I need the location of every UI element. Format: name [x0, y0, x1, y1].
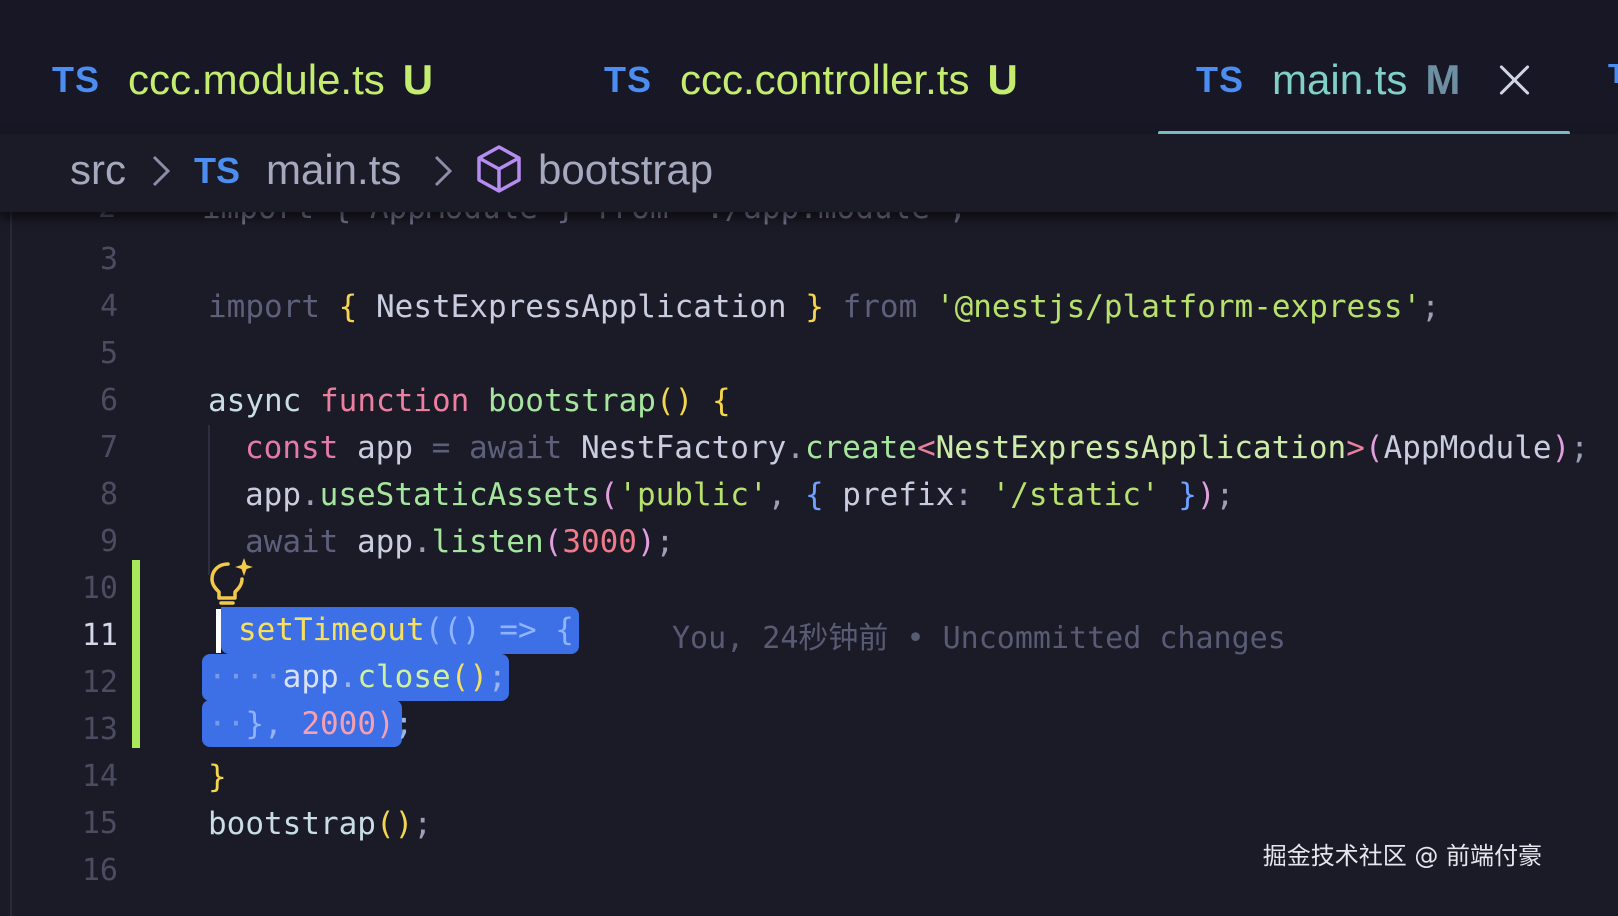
code-text: ····app.close();: [208, 659, 507, 695]
line-number: 6: [99, 383, 118, 418]
typescript-icon[interactable]: T: [1608, 58, 1618, 90]
typescript-icon: TS: [604, 59, 653, 100]
code-line: 8 app.useStaticAssets('public', { prefix…: [0, 469, 1618, 517]
breadcrumb: src TS main.ts bootstrap: [0, 134, 1618, 212]
line-number: 13: [81, 712, 118, 747]
method-symbol-icon: [474, 144, 524, 194]
line-number: 4: [99, 289, 118, 324]
lightbulb-sparkle-icon[interactable]: [208, 556, 256, 608]
code-text: bootstrap();: [208, 806, 432, 842]
indent-guide: [208, 425, 210, 575]
line-number: 14: [81, 759, 118, 794]
breadcrumb-symbol[interactable]: bootstrap: [538, 146, 713, 194]
tab-ccc-module[interactable]: TS ccc.module.ts U: [52, 50, 433, 110]
code-text: }: [208, 759, 227, 795]
code-line: 7 const app = await NestFactory.create<N…: [0, 422, 1618, 470]
tab-label: ccc.controller.ts: [680, 56, 970, 103]
code-line: 14 }: [0, 751, 1618, 799]
breadcrumb-folder[interactable]: src: [70, 146, 126, 194]
code-text: import { NestExpressApplication } from '…: [208, 289, 1440, 325]
git-status-badge: U: [402, 56, 434, 103]
chevron-right-icon: [150, 154, 172, 187]
code-line: 6 async function bootstrap() {: [0, 375, 1618, 423]
tab-ccc-controller[interactable]: TS ccc.controller.ts U: [604, 50, 1018, 110]
code-line: 4 import { NestExpressApplication } from…: [0, 281, 1618, 329]
line-number: 12: [81, 665, 118, 700]
code-line: 5: [0, 328, 1618, 376]
tab-label: main.ts: [1272, 56, 1408, 103]
tab-main-ts[interactable]: TS main.ts M: [1196, 50, 1532, 110]
code-text: async function bootstrap() {: [208, 383, 731, 419]
tab-label: ccc.module.ts: [128, 56, 385, 103]
code-line: 3: [0, 234, 1618, 282]
breadcrumb-file[interactable]: main.ts: [266, 146, 401, 194]
line-number: 15: [81, 806, 118, 841]
typescript-icon: TS: [52, 59, 101, 100]
line-number: 8: [99, 477, 118, 512]
code-text: const app = await NestFactory.create<Nes…: [245, 430, 1589, 466]
git-gutter-modified[interactable]: [132, 560, 140, 748]
close-icon[interactable]: [1496, 62, 1532, 98]
tab-bar: TS ccc.module.ts U TS ccc.controller.ts …: [0, 0, 1618, 135]
code-text: ··}, 2000);: [208, 706, 414, 742]
line-number: 10: [81, 571, 118, 606]
line-number: 11: [81, 618, 118, 653]
git-blame-annotation: You, 24秒钟前 • Uncommitted changes: [672, 621, 1286, 656]
text-cursor: [216, 609, 221, 653]
typescript-icon: TS: [1196, 59, 1245, 100]
line-number: 16: [81, 853, 118, 888]
line-number: 7: [99, 430, 118, 465]
typescript-icon: TS: [194, 150, 241, 191]
watermark: 掘金技术社区 @ 前端付豪: [1262, 842, 1542, 870]
line-number: 5: [99, 336, 118, 371]
line-number: 3: [99, 242, 118, 277]
chevron-right-icon: [432, 154, 454, 187]
code-text: app.useStaticAssets('public', { prefix: …: [245, 477, 1235, 513]
git-status-badge: U: [987, 56, 1018, 103]
code-text: setTimeout(() => {: [238, 612, 574, 648]
code-text: await app.listen(3000);: [245, 524, 675, 560]
git-status-badge: M: [1425, 56, 1461, 103]
line-number: 9: [99, 524, 118, 559]
